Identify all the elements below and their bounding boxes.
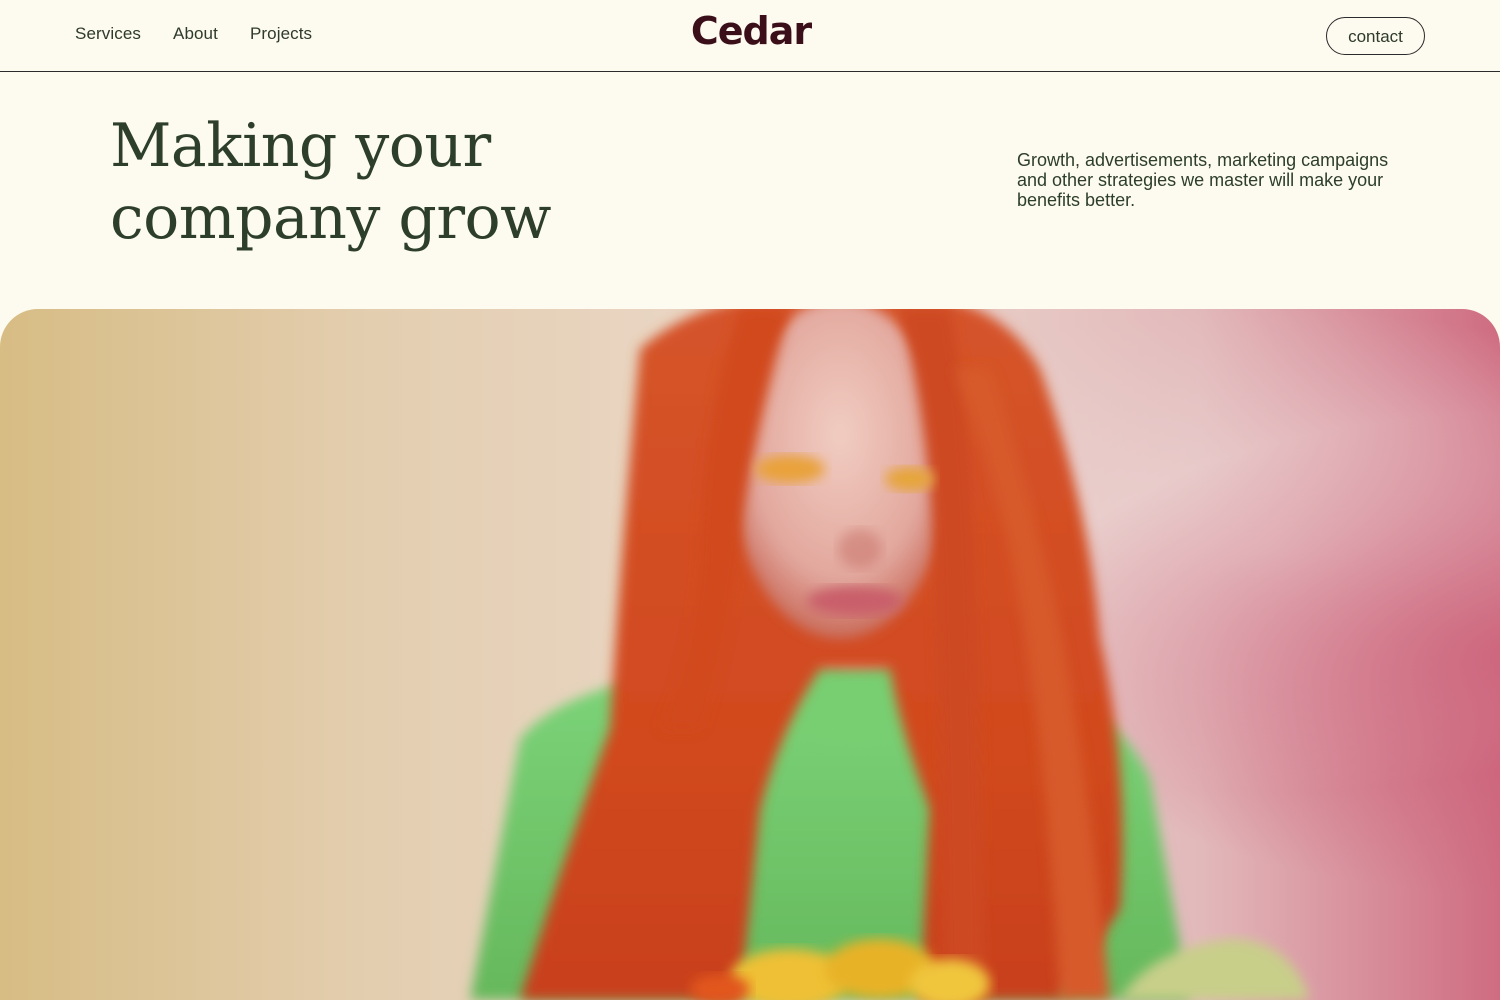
nav-link-projects[interactable]: Projects [250,24,312,44]
hero-headline: Making your company grow [110,110,710,254]
hero-headline-line-2: company grow [110,183,551,253]
brand-logo[interactable]: Cedar [678,6,824,56]
hero-photo [0,309,1500,1000]
hero-headline-line-1: Making your [110,111,491,181]
main-nav: Services About Projects [75,24,312,44]
nav-link-about[interactable]: About [173,24,218,44]
site-header: Services About Projects Cedar contact [0,0,1500,72]
contact-button[interactable]: contact [1326,17,1425,55]
hero-intro-text: Growth, advertisements, marketing campai… [1017,150,1389,210]
nav-link-services[interactable]: Services [75,24,141,44]
hero-image [0,309,1500,1000]
